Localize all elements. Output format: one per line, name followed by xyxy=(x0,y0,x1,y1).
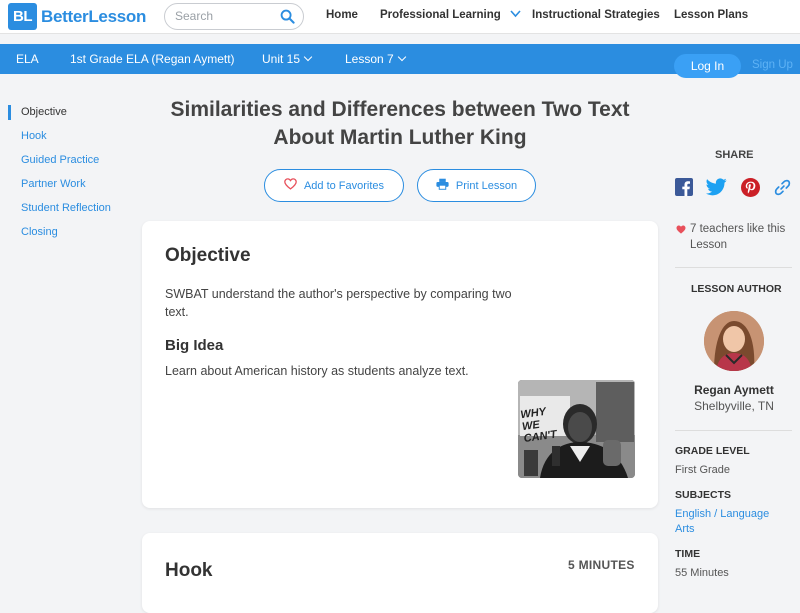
section-nav-objective[interactable]: Objective xyxy=(8,105,67,120)
section-nav-student-reflection[interactable]: Student Reflection xyxy=(8,202,111,214)
objective-text: SWBAT understand the author's perspectiv… xyxy=(165,285,512,321)
likes-text-line-1: 7 teachers like this xyxy=(690,223,786,235)
search-box xyxy=(164,3,304,30)
hook-duration: 5 MINUTES xyxy=(568,558,635,572)
author-avatar[interactable] xyxy=(704,311,764,371)
time-label: TIME xyxy=(675,548,701,560)
grade-level-label: GRADE LEVEL xyxy=(675,445,750,457)
objective-text-line-1: SWBAT understand the author's perspectiv… xyxy=(165,287,512,301)
share-label: SHARE xyxy=(715,149,754,161)
logo-text: BetterLesson xyxy=(41,6,147,26)
nav-instructional-strategies[interactable]: Instructional Strategies xyxy=(532,9,660,21)
facebook-icon[interactable] xyxy=(675,178,693,201)
heart-outline-icon xyxy=(284,178,297,193)
section-nav-hook[interactable]: Hook xyxy=(8,130,47,142)
betterlesson-logo[interactable]: BL BetterLesson xyxy=(8,3,146,30)
lesson-title-line-1: Similarities and Differences between Two… xyxy=(170,98,630,121)
objective-heading: Objective xyxy=(165,245,251,266)
add-to-favorites-label: Add to Favorites xyxy=(303,179,385,192)
breadcrumb-unit[interactable]: Unit 15 xyxy=(262,52,313,66)
subjects-label: SUBJECTS xyxy=(675,489,732,501)
twitter-icon[interactable] xyxy=(705,178,727,201)
chevron-down-icon xyxy=(397,52,406,62)
hook-heading: Hook xyxy=(165,560,213,581)
breadcrumb-subject[interactable]: ELA xyxy=(16,52,39,66)
author-location: Shelbyville, TN xyxy=(694,399,774,413)
grade-level-value: First Grade xyxy=(675,464,731,476)
sidebar-divider xyxy=(675,430,792,431)
lesson-author-label: LESSON AUTHOR xyxy=(691,283,782,295)
time-value: 55 Minutes xyxy=(675,567,729,579)
subject-link-line-2: Arts xyxy=(675,523,695,535)
nav-home[interactable]: Home xyxy=(326,9,358,21)
photo-sign-text: WHY WE CAN'T xyxy=(519,405,558,446)
likes-count: 7 teachers like this Lesson xyxy=(676,221,796,253)
signup-link[interactable]: Sign Up xyxy=(752,59,793,71)
print-lesson-label: Print Lesson xyxy=(455,179,518,192)
search-input[interactable] xyxy=(175,9,275,23)
printer-icon xyxy=(436,178,449,193)
top-navbar: BL BetterLesson Home Professional Learni… xyxy=(0,0,800,34)
nav-professional-learning[interactable]: Professional Learning xyxy=(380,9,521,21)
author-name[interactable]: Regan Aymett xyxy=(676,383,792,397)
nav-professional-learning-label: Professional Learning xyxy=(380,9,501,21)
pinterest-icon[interactable] xyxy=(741,178,760,202)
link-icon[interactable] xyxy=(773,178,792,202)
objective-card: Objective SWBAT understand the author's … xyxy=(142,221,658,508)
lesson-title-line-2: About Martin Luther King xyxy=(273,126,527,149)
nav-lesson-plans[interactable]: Lesson Plans xyxy=(674,9,748,21)
big-idea-heading: Big Idea xyxy=(165,337,224,354)
breadcrumb-unit-label: Unit 15 xyxy=(262,52,301,66)
section-nav-partner-work[interactable]: Partner Work xyxy=(8,178,86,190)
likes-text-line-2: Lesson xyxy=(690,239,728,251)
sidebar-divider xyxy=(675,267,792,268)
search-icon[interactable] xyxy=(280,9,295,29)
objective-text-line-2: text. xyxy=(165,305,189,319)
section-nav-guided-practice[interactable]: Guided Practice xyxy=(8,154,99,166)
subject-link-english-language-arts[interactable]: English / Language Arts xyxy=(675,507,785,537)
chevron-down-icon xyxy=(303,52,313,62)
subject-link-line-1: English / Language xyxy=(675,508,770,520)
big-idea-text: Learn about American history as students… xyxy=(165,364,469,378)
chevron-down-icon xyxy=(510,9,521,21)
lesson-title: Similarities and Differences between Two… xyxy=(150,96,650,152)
heart-icon xyxy=(676,223,686,239)
print-lesson-button[interactable]: Print Lesson xyxy=(417,169,536,202)
login-button[interactable]: Log In xyxy=(674,54,741,78)
breadcrumb-lesson[interactable]: Lesson 7 xyxy=(345,52,406,66)
breadcrumb-course[interactable]: 1st Grade ELA (Regan Aymett) xyxy=(70,52,235,66)
logo-mark: BL xyxy=(8,3,37,30)
hook-card: Hook 5 MINUTES xyxy=(142,533,658,613)
add-to-favorites-button[interactable]: Add to Favorites xyxy=(264,169,404,202)
section-nav-closing[interactable]: Closing xyxy=(8,226,58,238)
breadcrumb-lesson-label: Lesson 7 xyxy=(345,52,394,66)
mlk-photo[interactable]: WHY WE CAN'T xyxy=(518,380,635,478)
